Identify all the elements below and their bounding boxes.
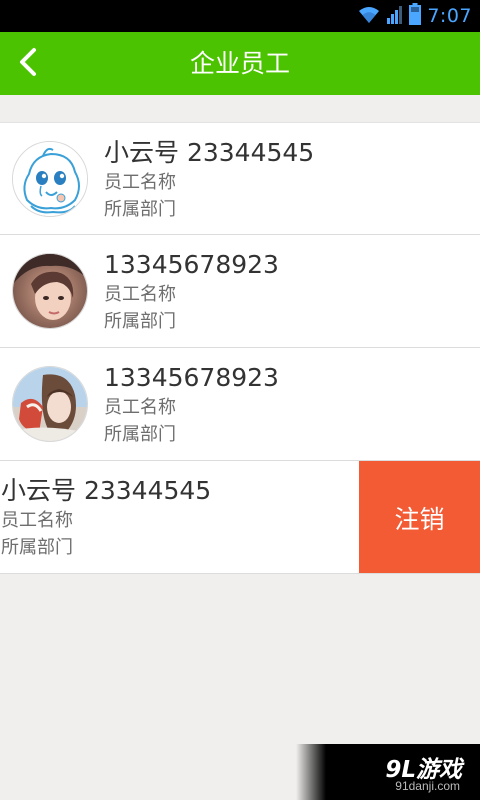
watermark: 9L游戏 91danji.com: [296, 744, 480, 800]
employee-role: 员工名称: [104, 172, 176, 193]
employee-name: 小云号 23344545: [1, 476, 212, 505]
list-item[interactable]: 小云号 23344545 员工名称 所属部门: [0, 122, 480, 235]
employee-department: 所属部门: [1, 537, 73, 558]
employee-department: 所属部门: [104, 311, 176, 332]
watermark-site: 91danji.com: [395, 779, 460, 793]
avatar: [12, 253, 88, 329]
employee-role: 员工名称: [104, 284, 176, 305]
page-title: 企业员工: [189, 49, 290, 78]
employee-info: 13345678923 员工名称 所属部门: [104, 362, 279, 448]
status-bar: 7:07: [0, 0, 480, 32]
deregister-button[interactable]: 注销: [359, 461, 480, 573]
list-item[interactable]: 13345678923 员工名称 所属部门: [0, 348, 480, 461]
status-time: 7:07: [427, 5, 472, 27]
avatar: [12, 141, 88, 217]
title-bar: 企业员工: [0, 32, 480, 95]
employee-name: 13345678923: [104, 250, 279, 279]
employee-name: 13345678923: [104, 363, 279, 392]
battery-icon: [409, 3, 422, 29]
employee-info: 小云号 23344545 员工名称 所属部门: [104, 137, 314, 223]
signal-icon: [387, 4, 403, 28]
list-item[interactable]: 小云号 23344545 员工名称 所属部门 注销: [0, 461, 480, 574]
status-icons: 7:07: [357, 2, 472, 30]
wifi-icon: [357, 4, 381, 28]
employee-department: 所属部门: [104, 424, 176, 445]
employee-role: 员工名称: [104, 397, 176, 418]
employee-role: 员工名称: [1, 510, 73, 531]
avatar: [12, 366, 88, 442]
employee-info: 小云号 23344545 员工名称 所属部门: [1, 475, 211, 561]
employee-info: 13345678923 员工名称 所属部门: [104, 249, 279, 335]
employee-list: 小云号 23344545 员工名称 所属部门 13345678923 员工名称 …: [0, 122, 480, 574]
employee-department: 所属部门: [104, 199, 176, 220]
employee-name: 小云号 23344545: [104, 138, 315, 167]
list-item[interactable]: 13345678923 员工名称 所属部门: [0, 235, 480, 348]
